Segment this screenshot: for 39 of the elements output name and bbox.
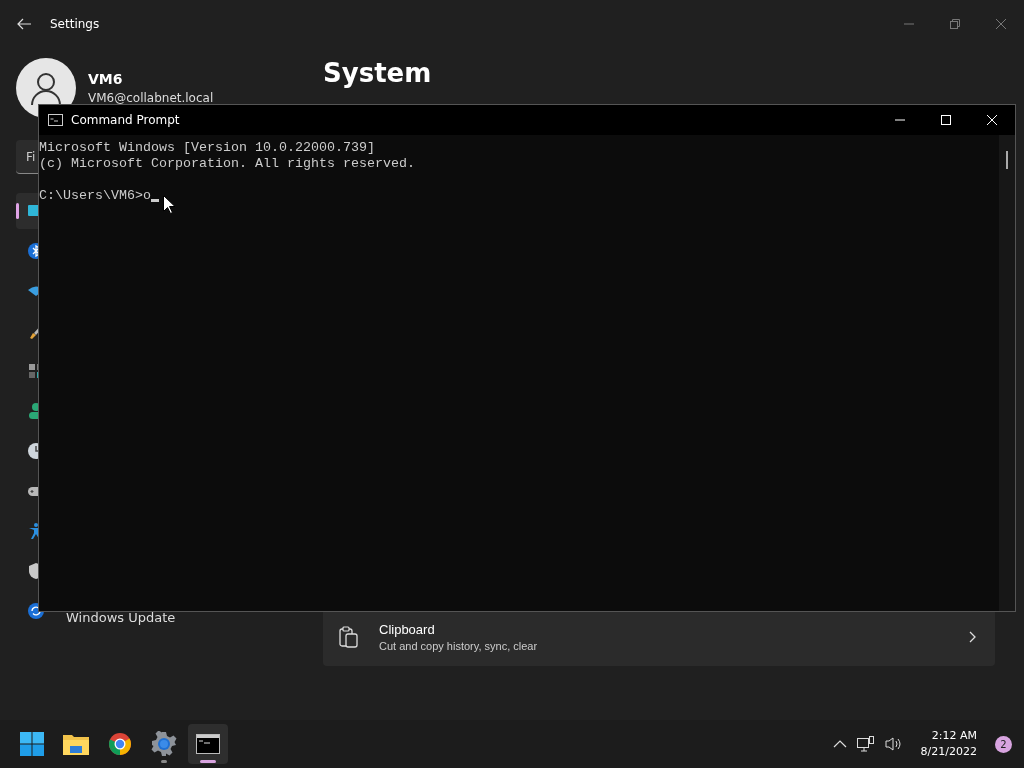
clock-icon[interactable] [26,441,38,461]
window-title: Settings [50,17,101,31]
gear-icon [151,731,177,757]
clock-time[interactable]: 2:12 AM [931,728,977,744]
person-icon[interactable] [26,401,38,421]
terminal-icon [48,114,63,126]
network-icon[interactable] [856,736,875,752]
maximize-icon [941,115,951,125]
text-caret [151,199,159,202]
folder-icon [63,733,89,755]
console-line: (c) Microsoft Corporation. All rights reserved. [39,156,416,172]
mouse-cursor-icon [163,195,175,214]
scrollbar[interactable] [999,135,1015,611]
card-subtitle: Cut and copy history, sync, clear [379,640,539,652]
user-name: VM6 [88,71,124,87]
page-title: System [323,58,433,88]
search-field[interactable]: Fi [16,140,38,174]
apps-icon[interactable] [26,361,38,381]
notification-badge[interactable]: 2 [995,735,1012,753]
chevron-right-icon [969,631,977,643]
terminal-icon [196,734,220,754]
console-line: Microsoft Windows [Version 10.0.22000.739] [39,140,376,156]
windows-logo-icon [20,732,44,756]
console-prompt[interactable]: C:\Users\VM6>o [39,188,151,204]
sidebar-label[interactable]: Windows Update [66,609,176,625]
close-icon [987,115,997,125]
user-email: VM6@collabnet.local [88,91,214,105]
speaker-icon[interactable] [884,736,903,752]
clipboard-icon [339,626,359,648]
chrome-icon [108,732,132,756]
restore-icon [950,19,960,29]
shield-icon[interactable] [26,561,38,581]
back-arrow-icon[interactable] [16,16,32,32]
card-title: Clipboard [379,622,436,637]
taskbar-app[interactable] [188,724,228,764]
clock-date[interactable]: 8/21/2022 [920,744,977,760]
close-icon [996,19,1006,29]
chevron-up-icon[interactable] [832,740,847,748]
window-title: Command Prompt [71,113,181,127]
